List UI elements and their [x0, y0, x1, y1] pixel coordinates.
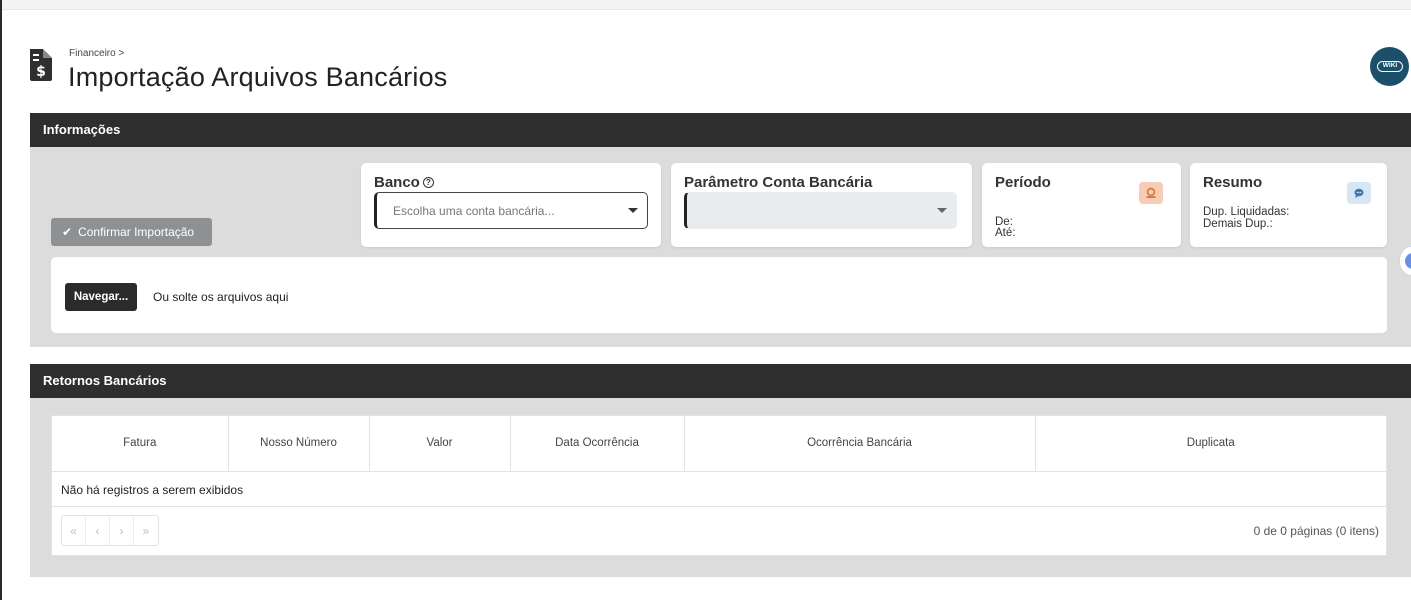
banco-card: Banco? Escolha uma conta bancária...	[361, 163, 661, 247]
confirm-import-button[interactable]: ✔ Confirmar Importação	[51, 218, 212, 246]
browse-button[interactable]: Navegar...	[65, 283, 137, 311]
parametro-select[interactable]	[684, 192, 957, 229]
confirm-import-label: Confirmar Importação	[78, 225, 195, 239]
drop-hint-text: Ou solte os arquivos aqui	[153, 290, 289, 304]
check-icon: ✔	[62, 225, 73, 239]
column-header-fatura[interactable]: Fatura	[52, 416, 229, 472]
help-icon[interactable]: ?	[422, 177, 434, 188]
wiki-button[interactable]: WIKI	[1370, 47, 1409, 86]
resumo-title: Resumo	[1203, 174, 1263, 191]
retornos-table: Fatura Nosso Número Valor Data Ocorrênci…	[51, 415, 1387, 556]
banco-select[interactable]: Escolha uma conta bancária...	[374, 192, 648, 229]
app-frame: $ Financeiro > Importação Arquivos Bancá…	[0, 0, 1411, 600]
pagination: « ‹ › »	[61, 515, 159, 546]
banco-select-placeholder: Escolha uma conta bancária...	[393, 204, 555, 218]
calendar-icon	[1139, 182, 1163, 204]
parametro-title: Parâmetro Conta Bancária	[684, 174, 873, 191]
section-informacoes-header: Informações	[30, 113, 1411, 147]
invoice-dollar-icon: $	[30, 49, 52, 81]
top-bar	[2, 0, 1411, 10]
resumo-liquidadas-label: Dup. Liquidadas:	[1203, 206, 1290, 218]
last-page-button[interactable]: »	[134, 516, 158, 545]
section-retornos-header: Retornos Bancários	[30, 364, 1411, 398]
wiki-label: WIKI	[1377, 61, 1403, 72]
column-header-data-ocorrencia[interactable]: Data Ocorrência	[510, 416, 685, 472]
column-header-valor[interactable]: Valor	[369, 416, 511, 472]
chat-icon	[1347, 182, 1371, 204]
page-info: 0 de 0 páginas (0 itens)	[1253, 524, 1379, 538]
empty-table-message: Não há registros a serem exibidos	[52, 472, 1386, 507]
file-drop-zone[interactable]: Navegar... Ou solte os arquivos aqui	[51, 257, 1387, 333]
parametro-card: Parâmetro Conta Bancária	[671, 163, 972, 247]
periodo-card: Período De: Até:	[982, 163, 1181, 247]
breadcrumb[interactable]: Financeiro >	[69, 48, 124, 59]
column-header-duplicata[interactable]: Duplicata	[1035, 416, 1386, 472]
resumo-demais-label: Demais Dup.:	[1203, 218, 1273, 230]
column-header-ocorrencia-bancaria[interactable]: Ocorrência Bancária	[684, 416, 1036, 472]
chevron-down-icon	[628, 208, 638, 213]
column-header-nosso-numero[interactable]: Nosso Número	[228, 416, 370, 472]
circle-icon	[1405, 253, 1411, 269]
banco-title: Banco?	[374, 174, 434, 191]
chevron-down-icon	[937, 208, 947, 213]
next-page-button[interactable]: ›	[110, 516, 134, 545]
periodo-title: Período	[995, 174, 1051, 191]
prev-page-button[interactable]: ‹	[86, 516, 110, 545]
page-title: Importação Arquivos Bancários	[68, 62, 448, 92]
first-page-button[interactable]: «	[62, 516, 86, 545]
periodo-ate-label: Até:	[995, 227, 1016, 239]
svg-text:$: $	[36, 64, 46, 80]
resumo-card: Resumo Dup. Liquidadas: Demais Dup.:	[1190, 163, 1387, 247]
banco-title-text: Banco	[374, 174, 420, 191]
